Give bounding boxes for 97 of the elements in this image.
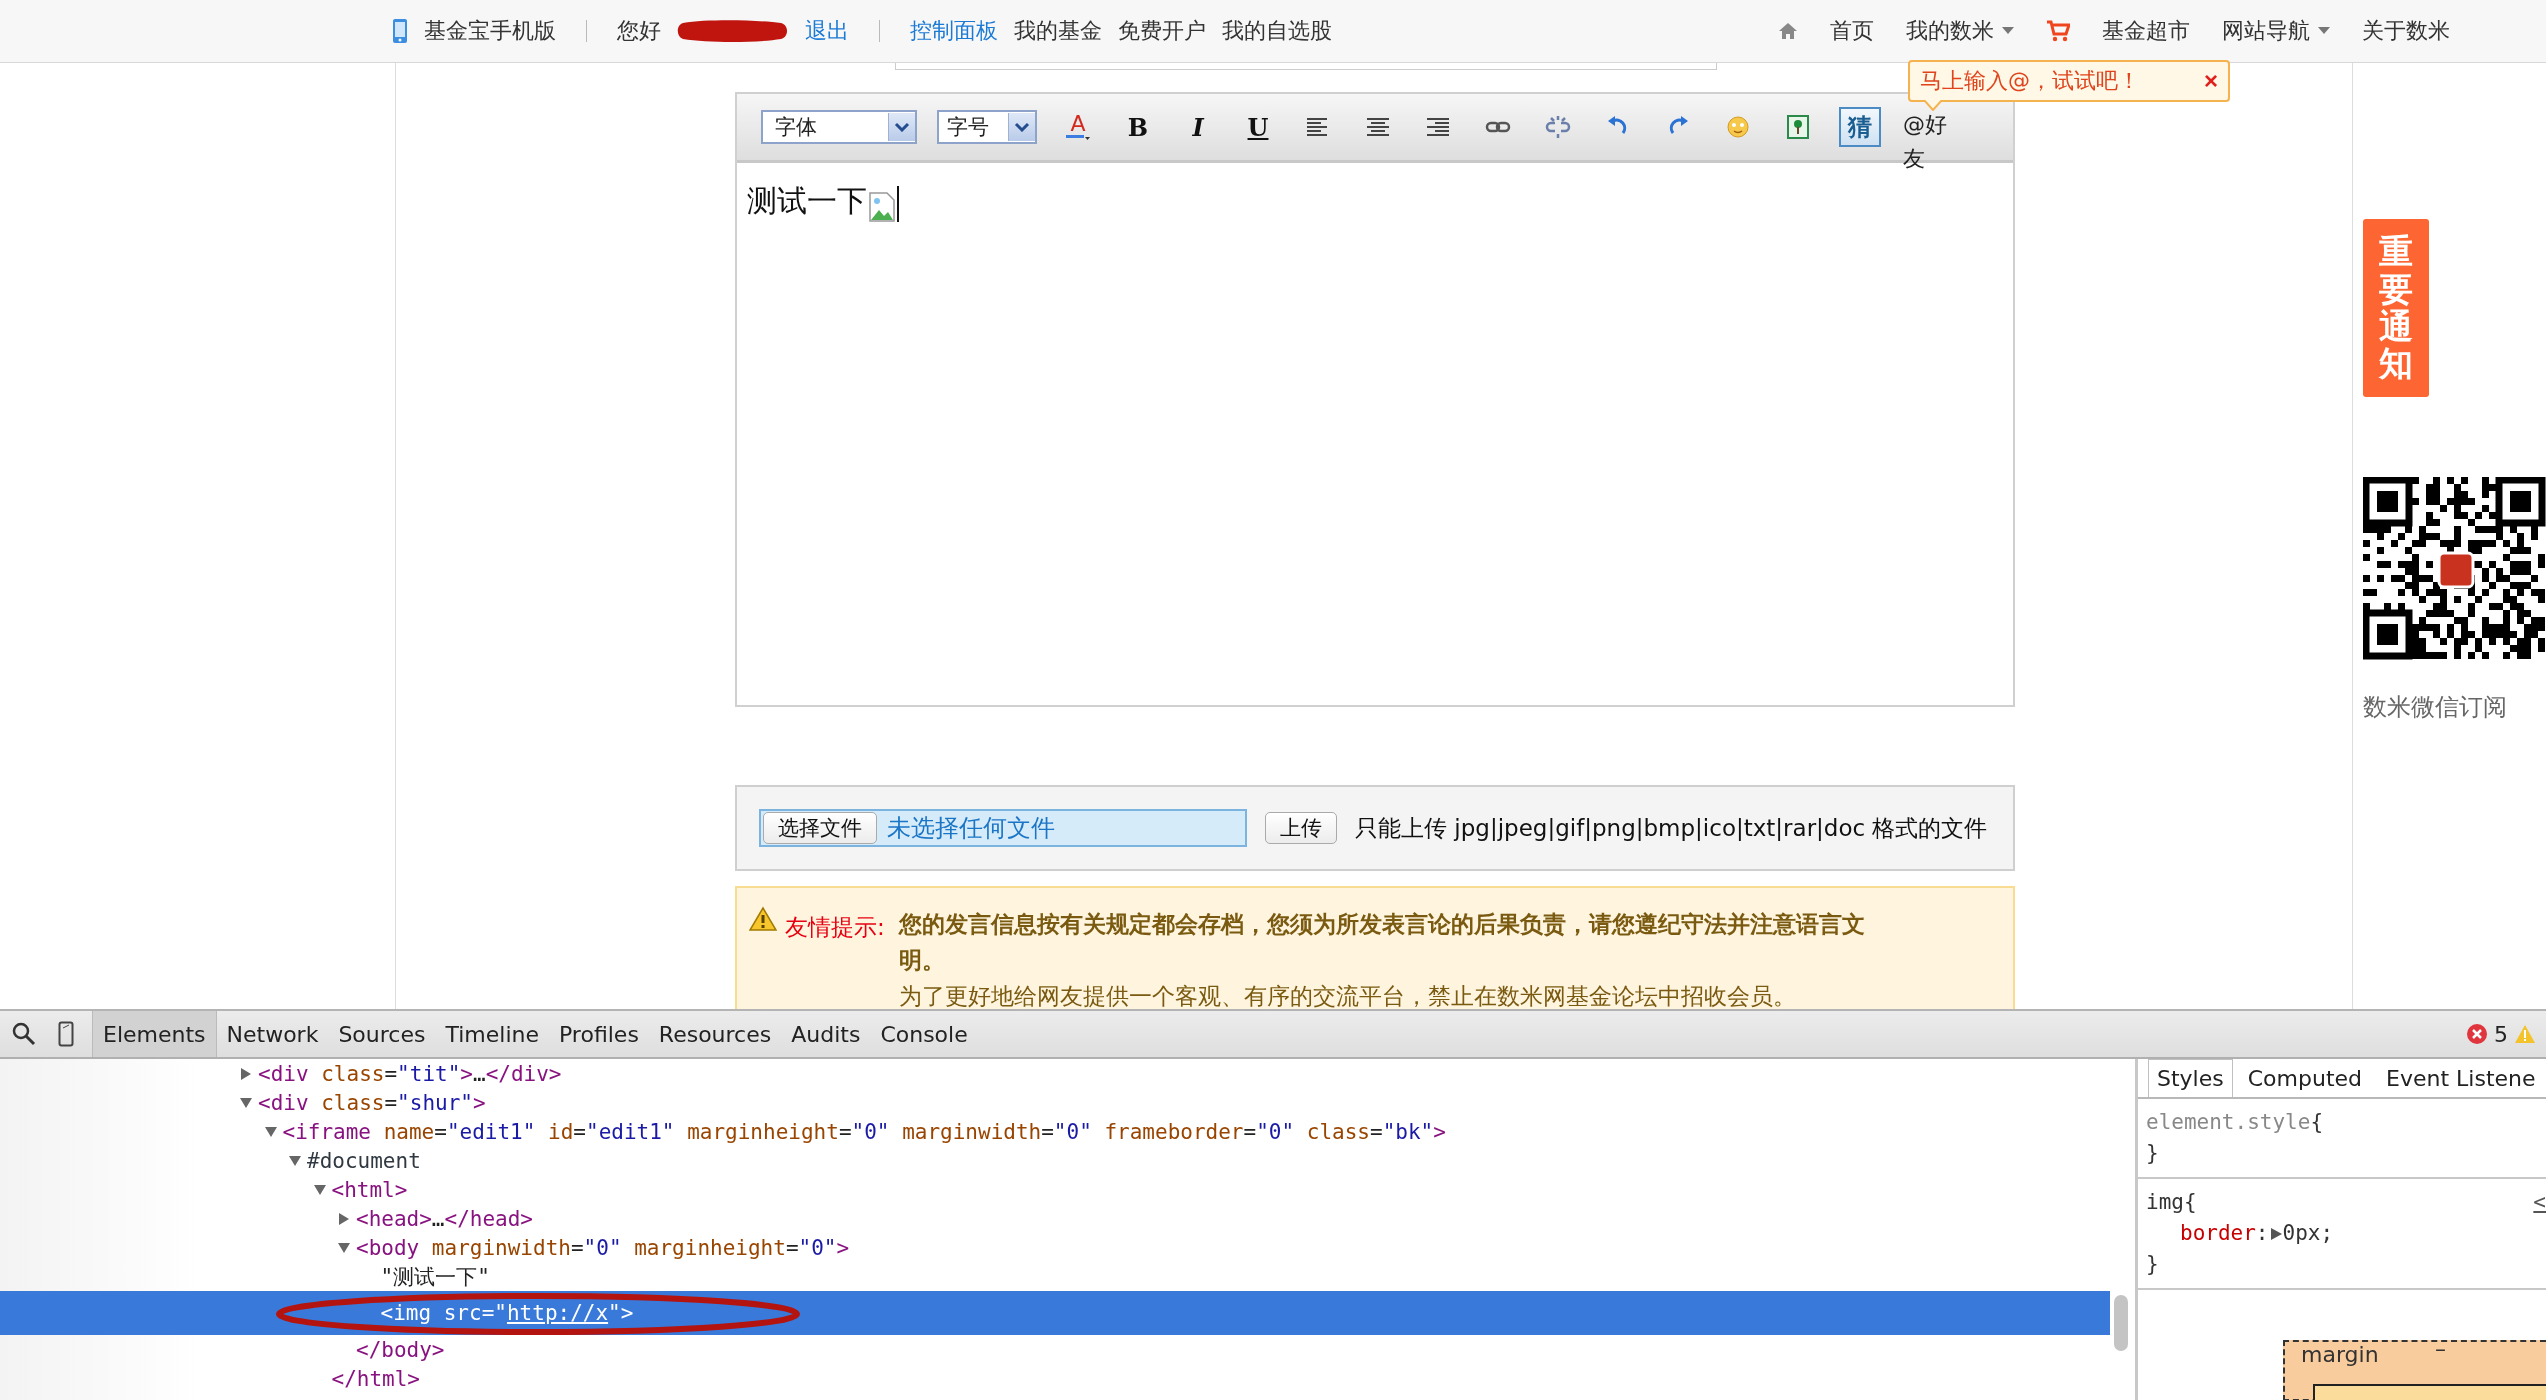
dom-node[interactable]: <img src="http://x"> <box>0 1291 2110 1335</box>
dom-node[interactable]: <body marginwidth="0" marginheight="0"> <box>0 1233 2110 1262</box>
devtools-tab[interactable]: Audits <box>781 1011 871 1057</box>
file-status: 未选择任何文件 <box>887 813 1055 844</box>
chevron-down-icon <box>1014 122 1030 132</box>
font-color-button[interactable]: A <box>1059 108 1097 146</box>
close-button[interactable]: × <box>2204 67 2218 95</box>
sidebar-tab[interactable]: Computed <box>2238 1059 2372 1097</box>
nav-link[interactable]: 退出 <box>805 16 849 46</box>
phone-icon[interactable] <box>58 1021 74 1047</box>
box-model-value: – <box>2435 1336 2446 1361</box>
devtools-tab[interactable]: Sources <box>328 1011 436 1057</box>
expand-triangle-icon[interactable] <box>2268 1225 2283 1242</box>
italic-button[interactable]: I <box>1179 108 1217 146</box>
disclosure-triangle-icon[interactable] <box>338 1212 350 1225</box>
notice-title: 友情提示: <box>785 913 885 942</box>
dom-node-code: </html> <box>331 1366 420 1391</box>
sidebar-tab[interactable]: Styles <box>2148 1059 2233 1097</box>
underline-button[interactable]: U <box>1239 108 1277 146</box>
css-colon: : <box>2255 1220 2269 1247</box>
css-selector: img{ <box>2146 1189 2197 1216</box>
rich-text-editor[interactable]: 字体 字号 A B I U 猜 @好友 测试一下 <box>735 92 2015 707</box>
closing-brace: } <box>2146 1140 2159 1167</box>
caret-icon <box>2002 27 2014 35</box>
dom-node-code: <iframe name="edit1" id="edit1" marginheight="0" marginwidth="0" frameborder="0" class="bk"> <box>282 1119 1446 1144</box>
disclosure-triangle-icon[interactable] <box>240 1096 252 1109</box>
box-model-label: margin <box>2301 1342 2379 1367</box>
chevron-down-icon <box>894 122 910 132</box>
dropdown-select[interactable]: 字号 <box>937 110 1037 144</box>
phone-icon <box>392 18 408 44</box>
nav-link[interactable]: 首页 <box>1830 16 1874 46</box>
devtools-tab[interactable]: Profiles <box>549 1011 649 1057</box>
dropdown-select[interactable]: 字体 <box>761 110 917 144</box>
choose-file-button[interactable]: 选择文件 <box>763 812 877 844</box>
search-icon[interactable] <box>12 1022 36 1046</box>
nav-link[interactable]: 关于数米 <box>2362 16 2450 46</box>
bold-button[interactable]: B <box>1119 108 1157 146</box>
mention-button[interactable]: @好友 <box>1903 108 1957 177</box>
dom-node[interactable]: #document <box>0 1146 2110 1175</box>
css-value: 0px; <box>2282 1220 2334 1247</box>
nav-link[interactable]: 基金宝手机版 <box>424 16 556 46</box>
disclosure-triangle-icon[interactable] <box>240 1067 252 1080</box>
file-input[interactable]: 选择文件 未选择任何文件 <box>759 809 1247 847</box>
dom-node[interactable]: <div class="tit">…</div> <box>0 1059 2110 1088</box>
dom-node-code: "测试一下" <box>380 1263 490 1291</box>
nav-link[interactable]: 我的基金 <box>1014 16 1102 46</box>
dom-node[interactable]: <iframe name="edit1" id="edit1" marginheight="0" marginwidth="0" frameborder="0" class="bk"> <box>0 1117 2110 1146</box>
css-property: border <box>2180 1220 2256 1247</box>
dom-node-code: <body marginwidth="0" marginheight="0"> <box>356 1235 850 1260</box>
dom-node-code: #document <box>307 1148 421 1173</box>
cart-icon <box>2046 20 2070 42</box>
nav-menu[interactable]: 网站导航 <box>2222 16 2330 46</box>
dom-node[interactable]: "测试一下" <box>0 1262 2110 1291</box>
dom-node-code: <div class="tit">…</div> <box>258 1061 562 1086</box>
warning-icon <box>2514 1024 2536 1044</box>
disclosure-triangle-icon[interactable] <box>264 1125 277 1138</box>
devtools-tab[interactable]: Resources <box>648 1011 782 1057</box>
nav-link[interactable]: 免费开户 <box>1118 16 1206 46</box>
error-icon <box>2466 1023 2488 1045</box>
source-link[interactable]: < <box>2533 1187 2546 1218</box>
scrollbar-thumb[interactable] <box>2114 1295 2128 1351</box>
qr-caption: 数米微信订阅 <box>2363 692 2508 723</box>
sidebar-tab[interactable]: Event Listene <box>2377 1059 2545 1097</box>
tooltip-text: 马上输入@，试试吧！ <box>1920 67 2140 95</box>
dom-node-code: <img src="http://x"> <box>380 1301 634 1325</box>
disclosure-triangle-icon[interactable] <box>338 1241 350 1254</box>
nav-link[interactable]: 我的自选股 <box>1222 16 1332 46</box>
devtools-tab[interactable]: Network <box>216 1011 329 1057</box>
dom-node-code: <html> <box>331 1177 408 1202</box>
dom-node-code: </body> <box>356 1337 445 1362</box>
devtools-tab[interactable]: Elements <box>92 1011 217 1057</box>
dom-node[interactable]: <head>…</head> <box>0 1204 2110 1233</box>
caret-icon <box>2318 27 2330 35</box>
editor-text: 测试一下 <box>747 182 867 220</box>
notice-text: 为了更好地给网友提供一个客观、有序的交流平台，禁止在数米网基金论坛中招收会员。 <box>898 982 1797 1009</box>
dom-node[interactable]: <html> <box>0 1175 2110 1204</box>
notice-text: 您的发言信息按有关规定都会存档，您须为所发表言论的后果负责，请您遵纪守法并注意语言文明。 <box>898 910 1866 975</box>
closing-brace: } <box>2146 1251 2159 1278</box>
devtools-tab[interactable]: Timeline <box>435 1011 549 1057</box>
css-selector: element.style{ <box>2146 1109 2324 1136</box>
disclosure-triangle-icon[interactable] <box>313 1183 326 1196</box>
nav-link[interactable]: 控制面板 <box>910 16 998 46</box>
warning-icon <box>749 906 777 932</box>
dom-node[interactable]: <div class="shur"> <box>0 1088 2110 1117</box>
guess-button[interactable]: 猜 <box>1839 107 1881 147</box>
home-icon <box>1778 22 1798 40</box>
dom-node-code: <head>…</head> <box>356 1206 534 1231</box>
color-bar-icon <box>1066 135 1090 141</box>
devtools-tab[interactable]: Console <box>870 1011 978 1057</box>
disclosure-triangle-icon[interactable] <box>289 1154 301 1167</box>
greeting-text: 您好 <box>617 17 661 45</box>
nav-link[interactable]: 基金超市 <box>2102 16 2190 46</box>
upload-button[interactable]: 上传 <box>1265 812 1337 844</box>
error-count: 5 <box>2494 1021 2508 1047</box>
dom-node-code: <div class="shur"> <box>258 1090 486 1115</box>
upload-hint: 只能上传 jpg|jpeg|gif|png|bmp|ico|txt|rar|doc 格式的文件 <box>1355 813 1988 843</box>
nav-menu[interactable]: 我的数米 <box>1906 16 2014 46</box>
